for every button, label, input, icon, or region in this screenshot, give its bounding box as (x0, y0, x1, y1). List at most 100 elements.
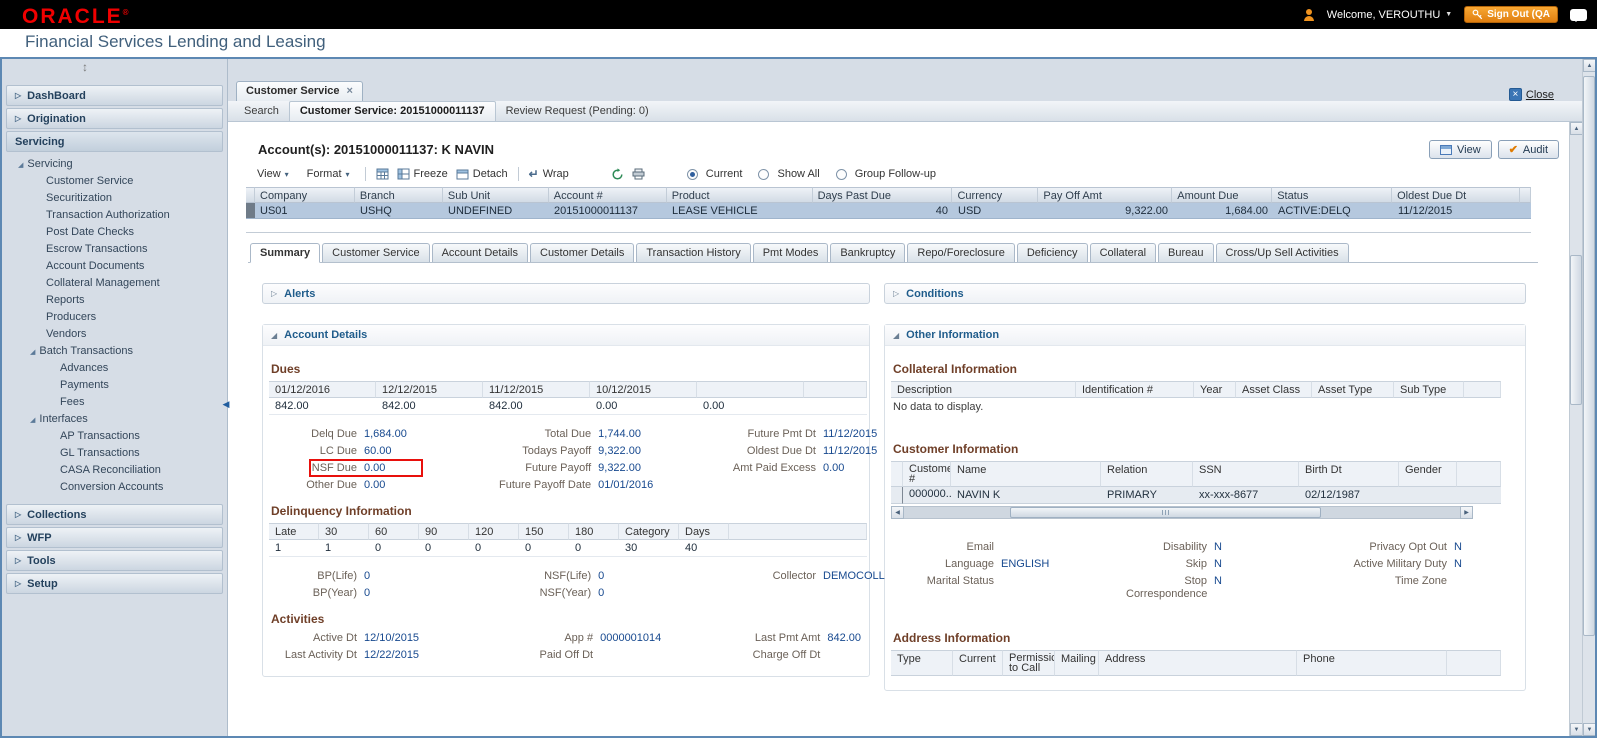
field-nsf-life: NSF(Life) 0 (544, 570, 605, 582)
content-scrollbar-thumb[interactable] (1570, 255, 1582, 405)
hscroll-thumb[interactable] (1009, 507, 1321, 518)
tree-item-gl-transactions[interactable]: GL Transactions (2, 445, 227, 462)
radio-current-label[interactable]: Current (706, 168, 743, 180)
column-header-account-number[interactable]: Account # (548, 187, 667, 203)
tab-review-request[interactable]: Review Request (Pending: 0) (496, 102, 659, 121)
customer-row[interactable]: 000000... NAVIN K PRIMARY xx-xxx-8677 02… (891, 487, 1501, 504)
account-row-selected[interactable]: US01 USHQ UNDEFINED 20151000011137 LEASE… (246, 203, 1531, 219)
sidebar-item-servicing[interactable]: Servicing (6, 131, 223, 152)
view-button[interactable]: View (1429, 140, 1492, 159)
other-information-disclosure[interactable]: ◢ Other Information (885, 325, 1525, 346)
close-tab-icon[interactable]: × (347, 85, 353, 97)
tab-customer-service[interactable]: Customer Service (322, 243, 430, 262)
column-header-pay-off-amt[interactable]: Pay Off Amt (1038, 187, 1173, 203)
sidebar-item-tools[interactable]: ▷ Tools (6, 550, 223, 571)
close-button[interactable]: × Close (1508, 88, 1554, 101)
conditions-disclosure[interactable]: ▷ Conditions (884, 283, 1526, 304)
tree-node-servicing[interactable]: ◢ Servicing (2, 156, 227, 173)
column-header-sub-unit[interactable]: Sub Unit (442, 187, 549, 203)
tab-summary[interactable]: Summary (250, 243, 321, 263)
tab-pmt-modes[interactable]: Pmt Modes (752, 243, 829, 262)
tree-item-ap-transactions[interactable]: AP Transactions (2, 428, 227, 445)
tree-item-fees[interactable]: Fees (2, 394, 227, 411)
tab-transaction-history[interactable]: Transaction History (636, 243, 751, 262)
scroll-down-icon[interactable]: ▼ (1570, 723, 1582, 736)
tree-node-batch-transactions[interactable]: ◢ Batch Transactions (2, 343, 227, 360)
scroll-right-icon[interactable]: ▶ (1460, 506, 1473, 519)
sidebar-item-dashboard[interactable]: ▷ DashBoard (6, 85, 223, 106)
column-header-branch[interactable]: Branch (354, 187, 443, 203)
tab-search[interactable]: Search (234, 102, 289, 121)
tree-item-producers[interactable]: Producers (2, 309, 227, 326)
tab-customer-service-account[interactable]: Customer Service: 20151000011137 (288, 101, 496, 121)
column-header-currency[interactable]: Currency (952, 187, 1039, 203)
splitter-handle-icon[interactable]: ↕ (82, 60, 88, 74)
tab-repo-foreclosure[interactable]: Repo/Foreclosure (907, 243, 1015, 262)
radio-show-all-label[interactable]: Show All (777, 168, 819, 180)
tree-item-customer-service[interactable]: Customer Service (2, 173, 227, 190)
tree-item-transaction-authorization[interactable]: Transaction Authorization (2, 207, 227, 224)
tab-customer-details[interactable]: Customer Details (530, 243, 635, 262)
column-header-status[interactable]: Status (1272, 187, 1393, 203)
customer-table-hscrollbar[interactable]: ◀ ▶ (891, 506, 1473, 519)
tab-bankruptcy[interactable]: Bankruptcy (830, 243, 906, 262)
tree-node-interfaces[interactable]: ◢ Interfaces (2, 411, 227, 428)
tree-item-vendors[interactable]: Vendors (2, 326, 227, 343)
tree-item-securitization[interactable]: Securitization (2, 190, 227, 207)
scroll-up-icon[interactable]: ▲ (1583, 59, 1595, 72)
column-header-product[interactable]: Product (666, 187, 813, 203)
account-details-disclosure[interactable]: ◢ Account Details (263, 325, 869, 346)
tab-deficiency[interactable]: Deficiency (1016, 243, 1088, 262)
refresh-icon[interactable] (611, 167, 624, 181)
view-menu[interactable]: View ▾ (252, 167, 294, 181)
radio-group-follow-up-label[interactable]: Group Follow-up (855, 168, 936, 180)
radio-current[interactable] (686, 168, 698, 180)
detach-button[interactable]: Detach (456, 168, 508, 180)
hscroll-track[interactable] (904, 506, 1460, 519)
sidebar-item-collections[interactable]: ▷ Collections (6, 504, 223, 525)
tab-collateral[interactable]: Collateral (1089, 243, 1157, 262)
cell-amount-due: 1,684.00 (1173, 203, 1273, 219)
sidebar-item-setup[interactable]: ▷ Setup (6, 573, 223, 594)
tree-item-casa-reconciliation[interactable]: CASA Reconciliation (2, 462, 227, 479)
content-scrollbar-track[interactable] (1570, 135, 1582, 723)
tree-item-conversion-accounts[interactable]: Conversion Accounts (2, 479, 227, 496)
radio-show-all[interactable] (758, 168, 770, 180)
tree-item-escrow-transactions[interactable]: Escrow Transactions (2, 241, 227, 258)
scroll-up-icon[interactable]: ▲ (1570, 122, 1582, 135)
alerts-disclosure[interactable]: ▷ Alerts (262, 283, 870, 304)
page-scrollbar-thumb[interactable] (1583, 76, 1595, 636)
tree-item-post-date-checks[interactable]: Post Date Checks (2, 224, 227, 241)
scroll-down-icon[interactable]: ▼ (1583, 723, 1595, 736)
radio-group-follow-up[interactable] (835, 168, 847, 180)
tree-item-account-documents[interactable]: Account Documents (2, 258, 227, 275)
tree-item-payments[interactable]: Payments (2, 377, 227, 394)
audit-button[interactable]: ✔ Audit (1497, 140, 1559, 159)
collapse-sidebar-arrow[interactable]: ◀ (221, 387, 231, 421)
column-header-company[interactable]: Company (255, 187, 355, 203)
tab-account-details[interactable]: Account Details (431, 243, 528, 262)
content-scrollbar[interactable]: ▲ ▼ (1569, 122, 1582, 736)
sidebar-item-origination[interactable]: ▷ Origination (6, 108, 223, 129)
sign-out-button[interactable]: Sign Out (QA (1464, 6, 1558, 23)
tab-bureau[interactable]: Bureau (1158, 243, 1214, 262)
column-header-oldest-due-dt[interactable]: Oldest Due Dt (1392, 187, 1521, 203)
sidebar-item-wfp[interactable]: ▷ WFP (6, 527, 223, 548)
column-header-days-past-due[interactable]: Days Past Due (812, 187, 953, 203)
scroll-left-icon[interactable]: ◀ (891, 506, 904, 519)
export-spreadsheet-icon[interactable] (376, 168, 389, 180)
format-menu[interactable]: Format ▾ (302, 167, 355, 181)
freeze-button[interactable]: Freeze (397, 168, 448, 180)
page-scrollbar[interactable]: ▲ ▼ (1582, 59, 1595, 736)
tree-item-reports[interactable]: Reports (2, 292, 227, 309)
print-icon[interactable] (632, 168, 645, 180)
wrap-button[interactable]: ↵ Wrap (529, 167, 569, 181)
welcome-user-menu[interactable]: Welcome, VEROUTHU ▼ (1327, 9, 1452, 21)
tab-cross-up-sell[interactable]: Cross/Up Sell Activities (1215, 243, 1349, 262)
column-header-amount-due[interactable]: Amount Due (1172, 187, 1273, 203)
chat-bubble-icon[interactable] (1570, 8, 1587, 22)
page-scrollbar-track[interactable] (1583, 72, 1595, 723)
tree-item-collateral-management[interactable]: Collateral Management (2, 275, 227, 292)
tree-item-advances[interactable]: Advances (2, 360, 227, 377)
window-tab-customer-service[interactable]: Customer Service × (236, 81, 363, 101)
